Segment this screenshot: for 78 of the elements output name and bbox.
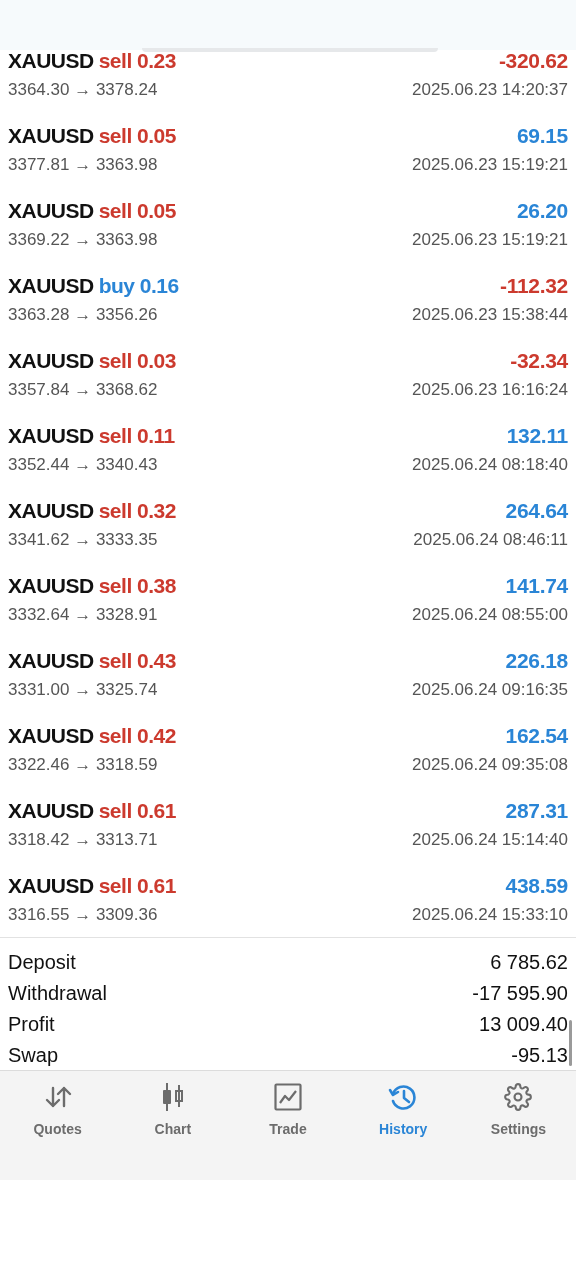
close-time: 2025.06.24 09:16:35: [412, 678, 568, 701]
close-time: 2025.06.23 14:20:37: [412, 78, 568, 101]
profit: 162.54: [505, 722, 568, 749]
symbol: XAUUSD: [8, 197, 94, 224]
close-time: 2025.06.23 15:19:21: [412, 228, 568, 251]
order-type: sell 0.11: [98, 422, 175, 449]
summary-value: 13 009.40: [479, 1011, 568, 1037]
price-range: 3369.22 → 3363.98: [8, 228, 158, 251]
order-type: sell 0.43: [98, 647, 176, 674]
price-range: 3357.84 → 3368.62: [8, 378, 158, 401]
order-type: sell 0.61: [98, 872, 176, 899]
summary-value: 6 785.62: [490, 949, 568, 975]
price-range: 3377.81 → 3363.98: [8, 153, 158, 176]
settings-icon: [504, 1083, 533, 1111]
order-type: sell 0.05: [98, 197, 176, 224]
summary-label: Deposit: [8, 949, 76, 975]
tab[interactable]: Quotes: [0, 1079, 116, 1141]
symbol: XAUUSD: [8, 347, 94, 374]
close-time: 2025.06.24 08:55:00: [412, 603, 568, 626]
scrollbar: [569, 1020, 572, 1066]
symbol: XAUUSD: [8, 797, 94, 824]
order-type: buy 0.16: [98, 272, 179, 299]
summary-value: -17 595.90: [472, 980, 568, 1006]
close-time: 2025.06.24 15:14:40: [412, 828, 568, 851]
summary-label: Profit: [8, 1011, 55, 1037]
close-time: 2025.06.24 08:18:40: [412, 453, 568, 476]
order-type: sell 0.05: [98, 122, 176, 149]
tab[interactable]: History: [345, 1079, 461, 1141]
price-range: 3331.00 → 3325.74: [8, 678, 158, 701]
profit: 226.18: [505, 647, 568, 674]
order-type: sell 0.03: [98, 347, 176, 374]
close-time: 2025.06.24 09:35:08: [412, 753, 568, 776]
symbol: XAUUSD: [8, 122, 94, 149]
profit: 438.59: [505, 872, 568, 899]
symbol: XAUUSD: [8, 422, 94, 449]
profit: 264.64: [505, 497, 568, 524]
profit: 141.74: [505, 572, 568, 599]
price-range: 3318.42 → 3313.71: [8, 828, 158, 851]
price-range: 3322.46 → 3318.59: [8, 753, 158, 776]
profit: -112.32: [500, 272, 568, 299]
symbol: XAUUSD: [8, 647, 94, 674]
tab[interactable]: Settings: [460, 1079, 576, 1141]
order-type: sell 0.61: [98, 797, 176, 824]
price-range: 3364.30 → 3378.24: [8, 78, 158, 101]
price-range: 3363.28 → 3356.26: [8, 303, 158, 326]
profit: -320.62: [498, 47, 568, 74]
summary-label: Swap: [8, 1042, 59, 1068]
order-type: sell 0.32: [98, 497, 176, 524]
symbol: XAUUSD: [8, 272, 94, 299]
order-type: sell 0.38: [98, 572, 176, 599]
order-type: sell 0.42: [98, 722, 176, 749]
profit: 26.20: [516, 197, 568, 224]
history-clock-icon: [388, 1082, 419, 1112]
summary-value: -95.13: [511, 1042, 568, 1068]
close-time: 2025.06.24 15:33:10: [412, 903, 568, 926]
symbol: XAUUSD: [8, 872, 94, 899]
price-range: 3341.62 → 3333.35: [8, 528, 158, 551]
price-range: 3352.44 → 3340.43: [8, 453, 158, 476]
price-range: 3316.55 → 3309.36: [8, 903, 158, 926]
profit: -32.34: [510, 347, 568, 374]
close-time: 2025.06.23 15:38:44: [412, 303, 568, 326]
order-type: sell 0.23: [98, 47, 176, 74]
symbol: XAUUSD: [8, 572, 94, 599]
symbol: XAUUSD: [8, 722, 94, 749]
candlestick-icon: [160, 1082, 185, 1112]
tab[interactable]: Chart: [115, 1079, 231, 1141]
close-time: 2025.06.23 16:16:24: [412, 378, 568, 401]
profit: 69.15: [516, 122, 568, 149]
profit: 287.31: [505, 797, 568, 824]
line-chart-icon: [274, 1083, 302, 1111]
symbol: XAUUSD: [8, 497, 94, 524]
price-range: 3332.64 → 3328.91: [8, 603, 158, 626]
close-time: 2025.06.24 08:46:11: [413, 528, 568, 551]
profit: 132.11: [506, 422, 568, 449]
symbol: XAUUSD: [8, 47, 94, 74]
summary-label: Withdrawal: [8, 980, 107, 1006]
tab[interactable]: Trade: [230, 1079, 346, 1141]
close-time: 2025.06.23 15:19:21: [412, 153, 568, 176]
